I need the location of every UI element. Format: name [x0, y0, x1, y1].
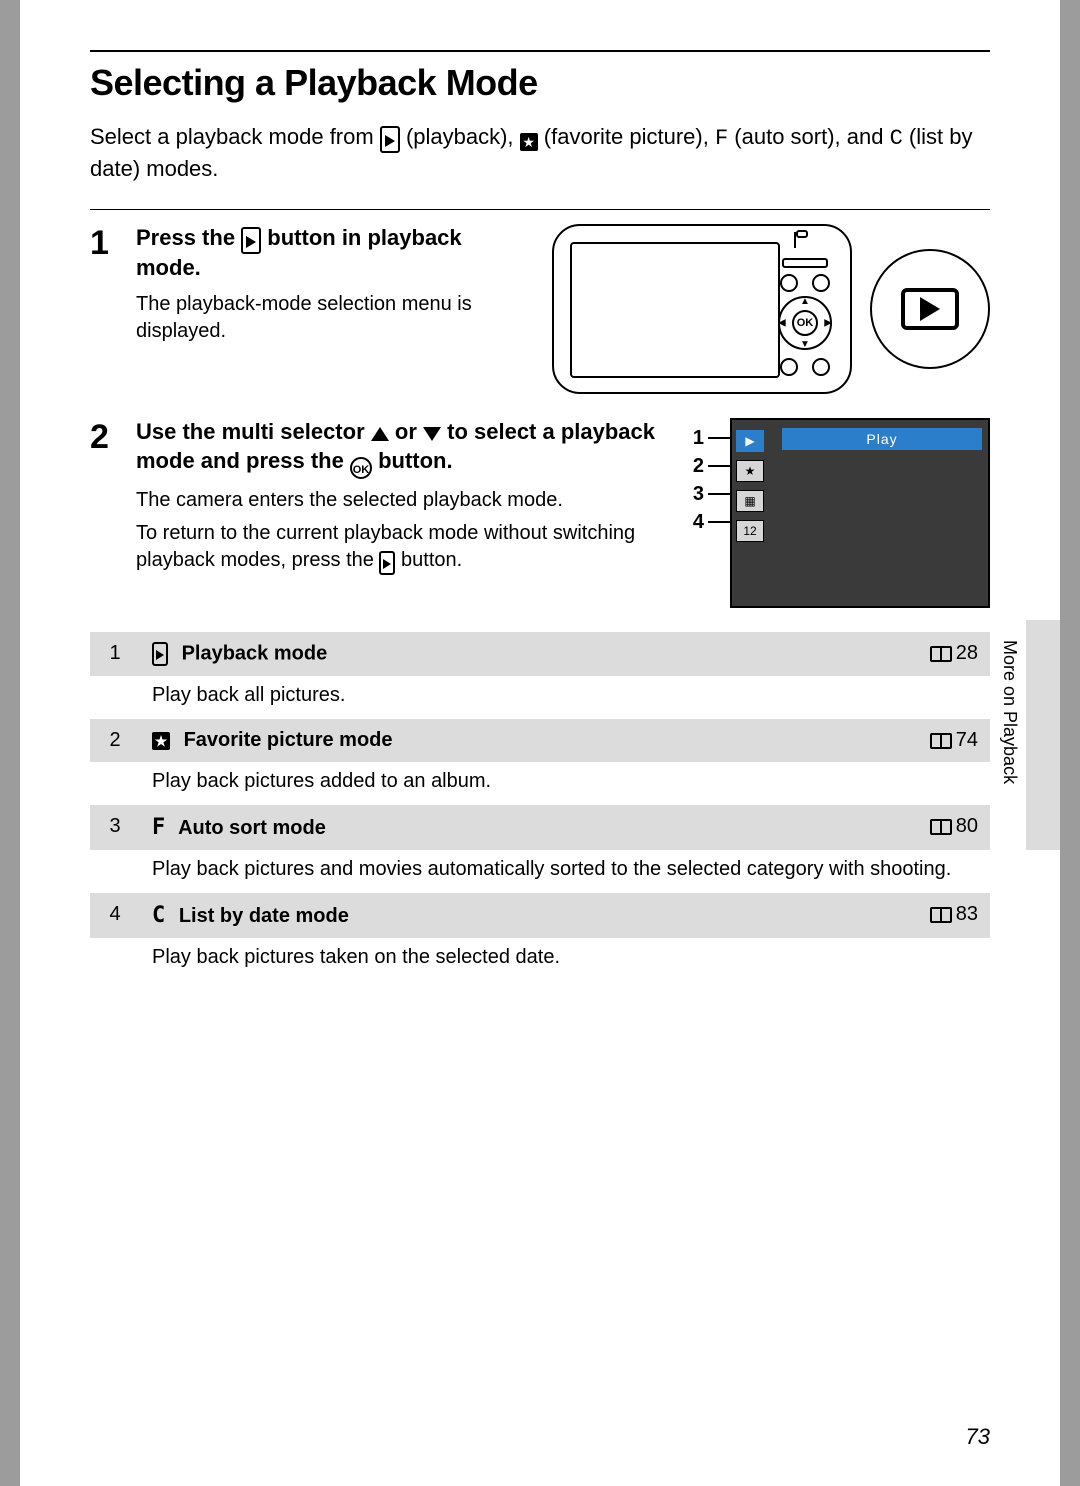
step-text: button.: [378, 448, 453, 473]
step-1: 1 Press the button in playback mode. The…: [90, 224, 990, 394]
playback-icon: [901, 288, 959, 330]
autosort-symbol: F: [715, 126, 728, 151]
mode-name: ★ Favorite picture mode: [140, 719, 880, 762]
lcd-menu-illustration: 1 2 3 4 Play ▶ ★ ▦ 12: [693, 418, 990, 608]
page-ref: 28: [880, 632, 990, 676]
mode-name-text: List by date mode: [179, 905, 349, 927]
header-rule: [90, 50, 990, 52]
step-1-sub: The playback-mode selection menu is disp…: [136, 291, 532, 345]
autosort-symbol: F: [152, 815, 165, 840]
page-ref: 74: [880, 719, 990, 762]
lcd-playback-icon: ▶: [736, 430, 764, 452]
playback-icon: [379, 551, 395, 575]
ok-button-icon: OK: [792, 310, 818, 336]
down-arrow-icon: [423, 427, 441, 441]
mode-number: 4: [90, 893, 140, 938]
mode-number: 2: [90, 719, 140, 762]
mode-desc: Play back pictures added to an album.: [140, 762, 990, 805]
camera-body-icon: OK ▲▼◀▶: [552, 224, 852, 394]
side-tab: [1026, 620, 1060, 850]
step-2-sub2: To return to the current playback mode w…: [136, 520, 679, 575]
step-text: Press the: [136, 225, 241, 250]
mode-name: Playback mode: [140, 632, 880, 676]
page-ref-num: 74: [956, 729, 978, 751]
ok-button-icon: OK: [350, 457, 372, 479]
mode-desc: Play back pictures taken on the selected…: [140, 938, 990, 981]
section-rule: [90, 209, 990, 210]
lcd-autosort-icon: ▦: [736, 490, 764, 512]
page-ref: 80: [880, 805, 990, 850]
step-1-heading: Press the button in playback mode.: [136, 224, 532, 283]
multi-selector-icon: OK ▲▼◀▶: [778, 296, 832, 350]
table-row: 3 F Auto sort mode 80: [90, 805, 990, 850]
mode-name-text: Favorite picture mode: [184, 729, 393, 751]
playback-icon: [380, 126, 400, 153]
table-row: Play back pictures added to an album.: [90, 762, 990, 805]
table-row: Play back pictures and movies automatica…: [90, 850, 990, 893]
step-2-heading: Use the multi selector or to select a pl…: [136, 418, 679, 479]
step-text: Use the multi selector: [136, 419, 371, 444]
intro-text: (playback),: [406, 124, 520, 149]
page-ref-num: 83: [956, 903, 978, 925]
mode-desc: Play back all pictures.: [140, 676, 990, 719]
table-row: 2 ★ Favorite picture mode 74: [90, 719, 990, 762]
step-text: or: [395, 419, 423, 444]
mode-number: 3: [90, 805, 140, 850]
mode-name-text: Auto sort mode: [178, 817, 326, 839]
camera-illustration: OK ▲▼◀▶: [552, 224, 990, 394]
page-title: Selecting a Playback Mode: [90, 62, 990, 104]
lcd-date-icon: 12: [736, 520, 764, 542]
up-arrow-icon: [371, 427, 389, 441]
step-2: 2 Use the multi selector or to select a …: [90, 418, 990, 608]
book-icon: [930, 819, 952, 835]
listbydate-symbol: C: [152, 903, 165, 928]
page-ref-num: 28: [956, 642, 978, 664]
lcd-screen-icon: Play ▶ ★ ▦ 12: [730, 418, 990, 608]
intro-text: Select a playback mode from: [90, 124, 380, 149]
playback-button-zoom-icon: [870, 249, 990, 369]
callout-number: 1: [693, 428, 704, 448]
table-row: 4 C List by date mode 83: [90, 893, 990, 938]
table-row: 1 Playback mode 28: [90, 632, 990, 676]
mode-name-text: Playback mode: [182, 643, 328, 665]
page-number: 73: [966, 1424, 990, 1450]
table-row: Play back pictures taken on the selected…: [90, 938, 990, 981]
book-icon: [930, 907, 952, 923]
intro-paragraph: Select a playback mode from (playback), …: [90, 122, 990, 183]
lcd-topbar: Play: [782, 428, 982, 450]
mode-name: F Auto sort mode: [140, 805, 880, 850]
step-number: 2: [90, 418, 136, 608]
page-ref: 83: [880, 893, 990, 938]
side-section-label: More on Playback: [999, 640, 1020, 784]
callout-number: 3: [693, 484, 704, 504]
listbydate-symbol: C: [890, 126, 903, 151]
modes-table: 1 Playback mode 28 Play back all picture…: [90, 632, 990, 981]
table-row: Play back all pictures.: [90, 676, 990, 719]
favorite-icon: ★: [520, 133, 538, 151]
book-icon: [930, 733, 952, 749]
playback-icon: [241, 227, 261, 254]
mode-name: C List by date mode: [140, 893, 880, 938]
page-ref-num: 80: [956, 815, 978, 837]
lcd-favorite-icon: ★: [736, 460, 764, 482]
mode-desc: Play back pictures and movies automatica…: [140, 850, 990, 893]
step-number: 1: [90, 224, 136, 394]
favorite-icon: ★: [152, 732, 170, 750]
callout-number: 2: [693, 456, 704, 476]
callout-number: 4: [693, 512, 704, 532]
book-icon: [930, 646, 952, 662]
step-text: button.: [401, 549, 462, 571]
mode-number: 1: [90, 632, 140, 676]
intro-text: (auto sort), and: [734, 124, 889, 149]
intro-text: (favorite picture),: [544, 124, 715, 149]
playback-icon: [152, 642, 168, 666]
step-2-sub1: The camera enters the selected playback …: [136, 487, 679, 514]
